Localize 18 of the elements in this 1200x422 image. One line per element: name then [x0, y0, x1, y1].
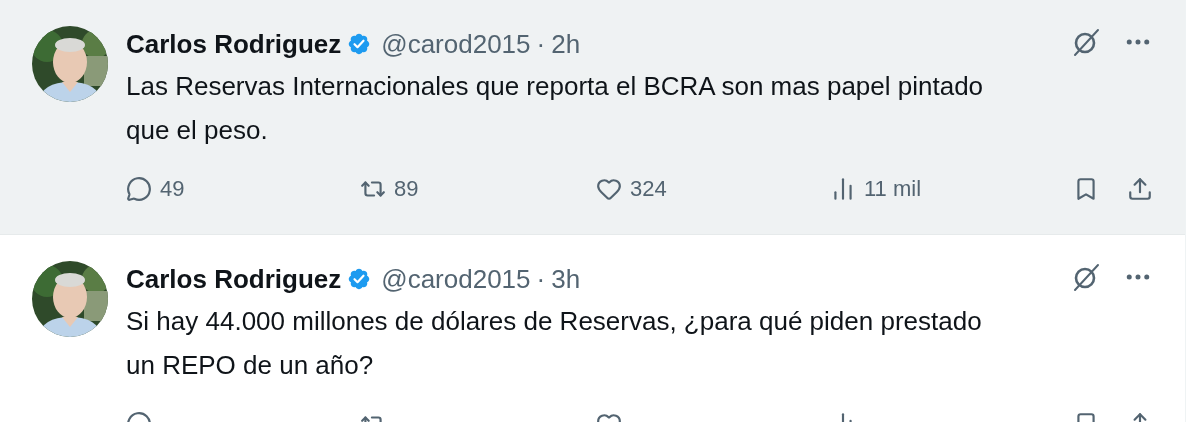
tweet-card[interactable]: Carlos Rodriguez @carod2015 · 2h Las Reservas Internacionales que reporta el BCRA son mas papel pintado que el peso. 49 89 324 11 mil	[0, 0, 1185, 235]
author-handle[interactable]: @carod2015	[381, 26, 531, 62]
post-time[interactable]: 3h	[551, 261, 581, 297]
reply-count: 49	[160, 178, 185, 200]
tweet-text: Las Reservas Internacionales que reporta el BCRA son mas papel pintado que el peso.	[126, 70, 985, 147]
author-name[interactable]: Carlos Rodriguez	[126, 261, 342, 297]
like-icon[interactable]	[596, 176, 622, 202]
repost-count: 89	[394, 178, 419, 200]
separator-dot: ·	[536, 28, 546, 61]
author-name[interactable]: Carlos Rodriguez	[126, 26, 342, 62]
author-handle[interactable]: @carod2015	[381, 261, 531, 297]
like-count: 324	[630, 178, 667, 200]
reply-icon[interactable]	[126, 176, 152, 202]
tweet-text: Si hay 44.000 millones de dólares de Reservas, ¿para qué piden prestado un REPO de un año?	[126, 305, 983, 382]
post-time[interactable]: 2h	[551, 26, 581, 62]
share-icon[interactable]	[1127, 176, 1153, 202]
view-count: 11 mil	[864, 178, 922, 200]
separator-dot: ·	[536, 263, 546, 296]
